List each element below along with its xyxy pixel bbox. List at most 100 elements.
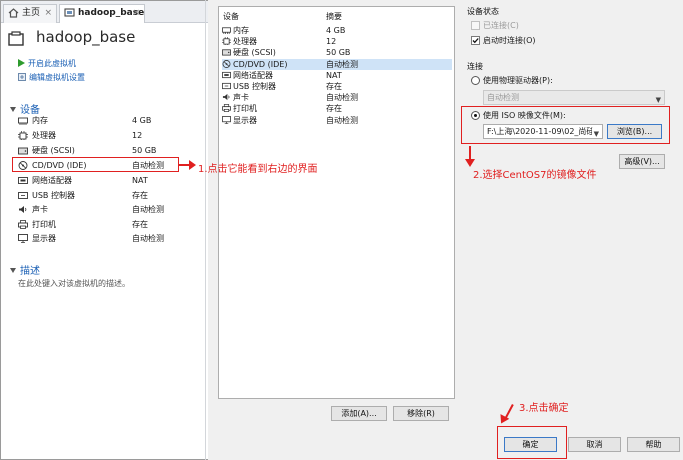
column-header-device: 设备: [223, 12, 239, 21]
harddisk-icon: [222, 49, 231, 56]
cd-icon: [222, 59, 231, 68]
hardware-name: 处理器: [233, 37, 257, 47]
hardware-summary: 自动检测: [326, 59, 358, 69]
sound-icon: [19, 206, 27, 213]
sound-icon: [222, 94, 230, 101]
physical-drive-label: 使用物理驱动器(P):: [483, 76, 553, 85]
device-status-title: 设备状态: [467, 7, 499, 16]
cpu-icon: [18, 131, 28, 140]
hardware-summary: 自动检测: [326, 115, 358, 125]
memory-icon: [18, 117, 28, 125]
close-icon[interactable]: ×: [132, 5, 140, 22]
hardware-summary: 50 GB: [326, 48, 351, 58]
display-icon: [222, 115, 231, 124]
hardware-summary: 自动检测: [326, 93, 358, 103]
hardware-row-8[interactable]: 显示器 自动检测: [222, 115, 452, 126]
device-name: 处理器: [32, 131, 56, 140]
device-value: 4 GB: [132, 116, 152, 125]
connected-checkbox[interactable]: [471, 21, 480, 30]
memory-icon: [222, 27, 231, 34]
printer-icon: [18, 220, 28, 229]
hardware-name: CD/DVD (IDE): [233, 59, 288, 69]
hardware-name: 内存: [233, 26, 249, 35]
device-row-6[interactable]: 声卡 自动检测: [18, 203, 208, 216]
device-value: 自动检测: [132, 234, 164, 243]
vm-icon: [8, 31, 24, 46]
hardware-summary: 12: [326, 37, 337, 47]
help-button[interactable]: 帮助: [627, 437, 680, 452]
annotation-step3: 3.点击确定: [519, 403, 569, 414]
vm-tab-icon: [64, 8, 75, 17]
chevron-down-icon: ▼: [655, 96, 661, 104]
device-row-7[interactable]: 打印机 存在: [18, 218, 208, 231]
hardware-row-3[interactable]: CD/DVD (IDE) 自动检测: [222, 58, 452, 70]
arrow-right-icon: [189, 160, 196, 170]
device-row-8[interactable]: 显示器 自动检测: [18, 232, 208, 245]
physical-drive-radio[interactable]: [471, 76, 480, 85]
physical-drive-select[interactable]: 自动检测 ▼: [483, 90, 665, 105]
description-section-title: 描述: [20, 266, 40, 277]
device-value: 存在: [132, 191, 148, 200]
play-icon: [18, 59, 25, 67]
add-button[interactable]: 添加(A)...: [331, 406, 387, 421]
tab-hadoop-base[interactable]: hadoop_base ×: [59, 4, 145, 23]
annotation-arrow-2: [469, 146, 471, 160]
device-value: 存在: [132, 220, 148, 229]
device-name: 网络适配器: [32, 176, 72, 185]
panel-divider: [205, 0, 206, 460]
cpu-icon: [222, 37, 231, 46]
device-row-0[interactable]: 内存 4 GB: [18, 114, 208, 127]
device-row-5[interactable]: USB 控制器 存在: [18, 189, 208, 202]
hardware-name: 硬盘 (SCSI): [233, 48, 276, 58]
device-value: 自动检测: [132, 205, 164, 214]
hardware-summary: NAT: [326, 70, 342, 80]
harddisk-icon: [18, 147, 28, 155]
tab-home[interactable]: 主页 ×: [3, 4, 57, 23]
annotation-step1: 1.点击它能看到右边的界面: [198, 164, 318, 175]
physical-drive-value: 自动检测: [487, 93, 519, 102]
description-placeholder[interactable]: 在此处键入对该虚拟机的描述。: [18, 278, 130, 289]
cancel-button[interactable]: 取消: [568, 437, 621, 452]
device-row-2[interactable]: 硬盘 (SCSI) 50 GB: [18, 144, 208, 157]
description-section-header[interactable]: 描述: [10, 262, 40, 277]
cd-dvd-highlight-box: [12, 157, 179, 172]
device-name: 硬盘 (SCSI): [32, 146, 75, 155]
display-icon: [18, 234, 28, 243]
close-icon[interactable]: ×: [44, 5, 52, 22]
collapse-triangle-icon: [10, 268, 16, 273]
network-icon: [18, 177, 28, 184]
annotation-step2: 2.选择CentOS7的镜像文件: [473, 170, 597, 181]
connected-label: 已连接(C): [483, 21, 519, 30]
hardware-name: 声卡: [233, 93, 249, 103]
device-name: USB 控制器: [32, 191, 75, 200]
hardware-list[interactable]: 设备 摘要 内存 4 GB 处理器 12 硬盘 (SCSI) 50 GB CD/DVD (I…: [218, 6, 455, 399]
device-name: 显示器: [32, 234, 56, 243]
device-name: 内存: [32, 116, 48, 125]
connect-on-power-checkbox[interactable]: [471, 36, 480, 45]
hardware-name: USB 控制器: [233, 82, 276, 91]
hardware-summary: 4 GB: [326, 26, 346, 35]
device-row-1[interactable]: 处理器 12: [18, 129, 208, 142]
edit-settings-label: 编辑虚拟机设置: [29, 73, 85, 82]
hardware-row-6[interactable]: 声卡 自动检测: [222, 92, 452, 103]
checkmark-icon: [472, 38, 479, 44]
remove-button[interactable]: 移除(R): [393, 406, 449, 421]
device-row-4[interactable]: 网络适配器 NAT: [18, 174, 208, 187]
connection-title: 连接: [467, 62, 483, 71]
power-on-link[interactable]: 开启此虚拟机: [18, 58, 76, 69]
advanced-button[interactable]: 高级(V)...: [619, 154, 665, 169]
home-icon: [8, 8, 19, 18]
hardware-row-1[interactable]: 处理器 12: [222, 36, 452, 47]
hardware-row-7[interactable]: 打印机 存在: [222, 103, 452, 114]
connect-on-power-label: 启动时连接(O): [483, 36, 536, 45]
ok-highlight-box: [497, 426, 567, 459]
hardware-row-0[interactable]: 内存 4 GB: [222, 25, 452, 36]
hardware-summary: 存在: [326, 82, 342, 91]
tab-home-label: 主页: [22, 8, 41, 18]
hardware-row-5[interactable]: USB 控制器 存在: [222, 81, 452, 92]
power-on-label: 开启此虚拟机: [28, 59, 76, 68]
printer-icon: [222, 104, 231, 113]
edit-settings-link[interactable]: 编辑虚拟机设置: [18, 72, 85, 83]
hardware-row-4[interactable]: 网络适配器 NAT: [222, 70, 452, 81]
hardware-row-2[interactable]: 硬盘 (SCSI) 50 GB: [222, 47, 452, 58]
